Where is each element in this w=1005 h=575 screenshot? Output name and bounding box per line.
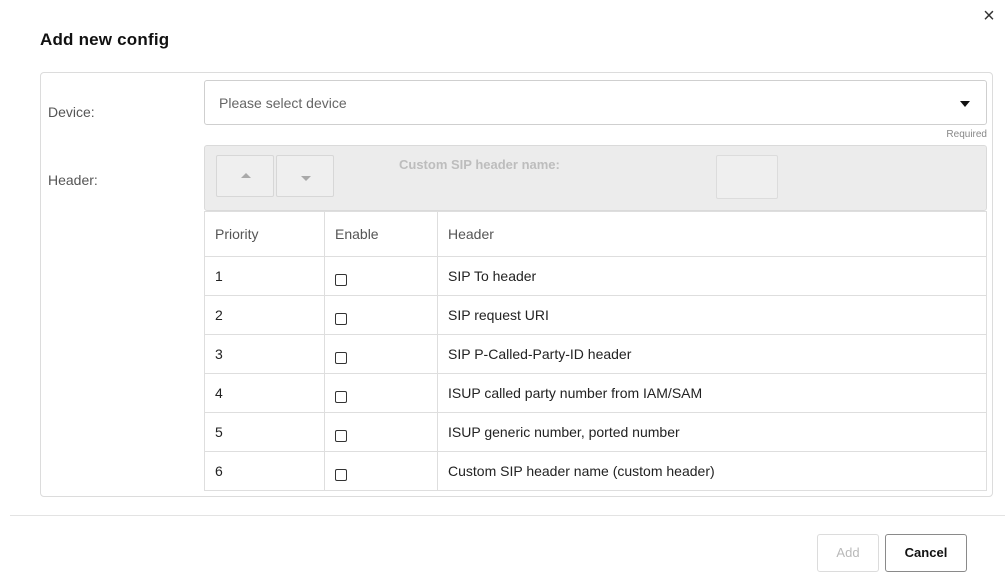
priority-cell: 6 bbox=[204, 451, 325, 491]
enable-cell bbox=[324, 256, 438, 296]
enable-checkbox[interactable] bbox=[335, 390, 347, 403]
priority-cell: 1 bbox=[204, 256, 325, 296]
cancel-button[interactable]: Cancel bbox=[885, 534, 967, 572]
enable-checkbox[interactable] bbox=[335, 429, 347, 442]
table-row: 1 SIP To header bbox=[204, 256, 987, 296]
enable-checkbox[interactable] bbox=[335, 468, 347, 481]
add-button[interactable]: Add bbox=[817, 534, 879, 572]
device-label: Device: bbox=[48, 104, 95, 120]
move-up-button[interactable] bbox=[216, 155, 274, 197]
table-row: 3 SIP P-Called-Party-ID header bbox=[204, 334, 987, 374]
priority-cell: 5 bbox=[204, 412, 325, 452]
enable-cell bbox=[324, 295, 438, 335]
enable-checkbox[interactable] bbox=[335, 273, 347, 286]
triangle-down-icon bbox=[301, 176, 311, 181]
table-header-row: Priority Enable Header bbox=[204, 211, 987, 257]
priority-cell: 3 bbox=[204, 334, 325, 374]
column-header-header: Header bbox=[437, 211, 987, 257]
header-cell: ISUP called party number from IAM/SAM bbox=[437, 373, 987, 413]
close-icon[interactable]: × bbox=[979, 6, 999, 26]
enable-cell bbox=[324, 451, 438, 491]
chevron-down-icon bbox=[960, 101, 970, 107]
move-down-button[interactable] bbox=[276, 155, 334, 197]
enable-checkbox[interactable] bbox=[335, 351, 347, 364]
custom-header-input[interactable] bbox=[716, 155, 778, 199]
table-row: 6 Custom SIP header name (custom header) bbox=[204, 451, 987, 491]
column-header-priority: Priority bbox=[204, 211, 325, 257]
header-cell: SIP P-Called-Party-ID header bbox=[437, 334, 987, 374]
table-row: 5 ISUP generic number, ported number bbox=[204, 412, 987, 452]
header-cell: SIP To header bbox=[437, 256, 987, 296]
dialog-title: Add new config bbox=[40, 30, 170, 49]
device-select-placeholder: Please select device bbox=[219, 95, 347, 111]
header-toolbar: Custom SIP header name: bbox=[204, 145, 987, 211]
priority-cell: 2 bbox=[204, 295, 325, 335]
enable-checkbox[interactable] bbox=[335, 312, 347, 325]
header-cell: Custom SIP header name (custom header) bbox=[437, 451, 987, 491]
priority-cell: 4 bbox=[204, 373, 325, 413]
triangle-up-icon bbox=[241, 173, 251, 178]
header-label: Header: bbox=[48, 172, 98, 188]
table-row: 2 SIP request URI bbox=[204, 295, 987, 335]
footer-divider bbox=[10, 515, 1005, 516]
header-cell: SIP request URI bbox=[437, 295, 987, 335]
enable-cell bbox=[324, 373, 438, 413]
device-select[interactable]: Please select device bbox=[204, 80, 987, 125]
required-hint: Required bbox=[946, 129, 987, 140]
enable-cell bbox=[324, 334, 438, 374]
header-priority-table: Priority Enable Header 1 SIP To header 2… bbox=[204, 211, 987, 491]
custom-header-label: Custom SIP header name: bbox=[399, 157, 560, 172]
enable-cell bbox=[324, 412, 438, 452]
header-cell: ISUP generic number, ported number bbox=[437, 412, 987, 452]
table-row: 4 ISUP called party number from IAM/SAM bbox=[204, 373, 987, 413]
column-header-enable: Enable bbox=[324, 211, 438, 257]
